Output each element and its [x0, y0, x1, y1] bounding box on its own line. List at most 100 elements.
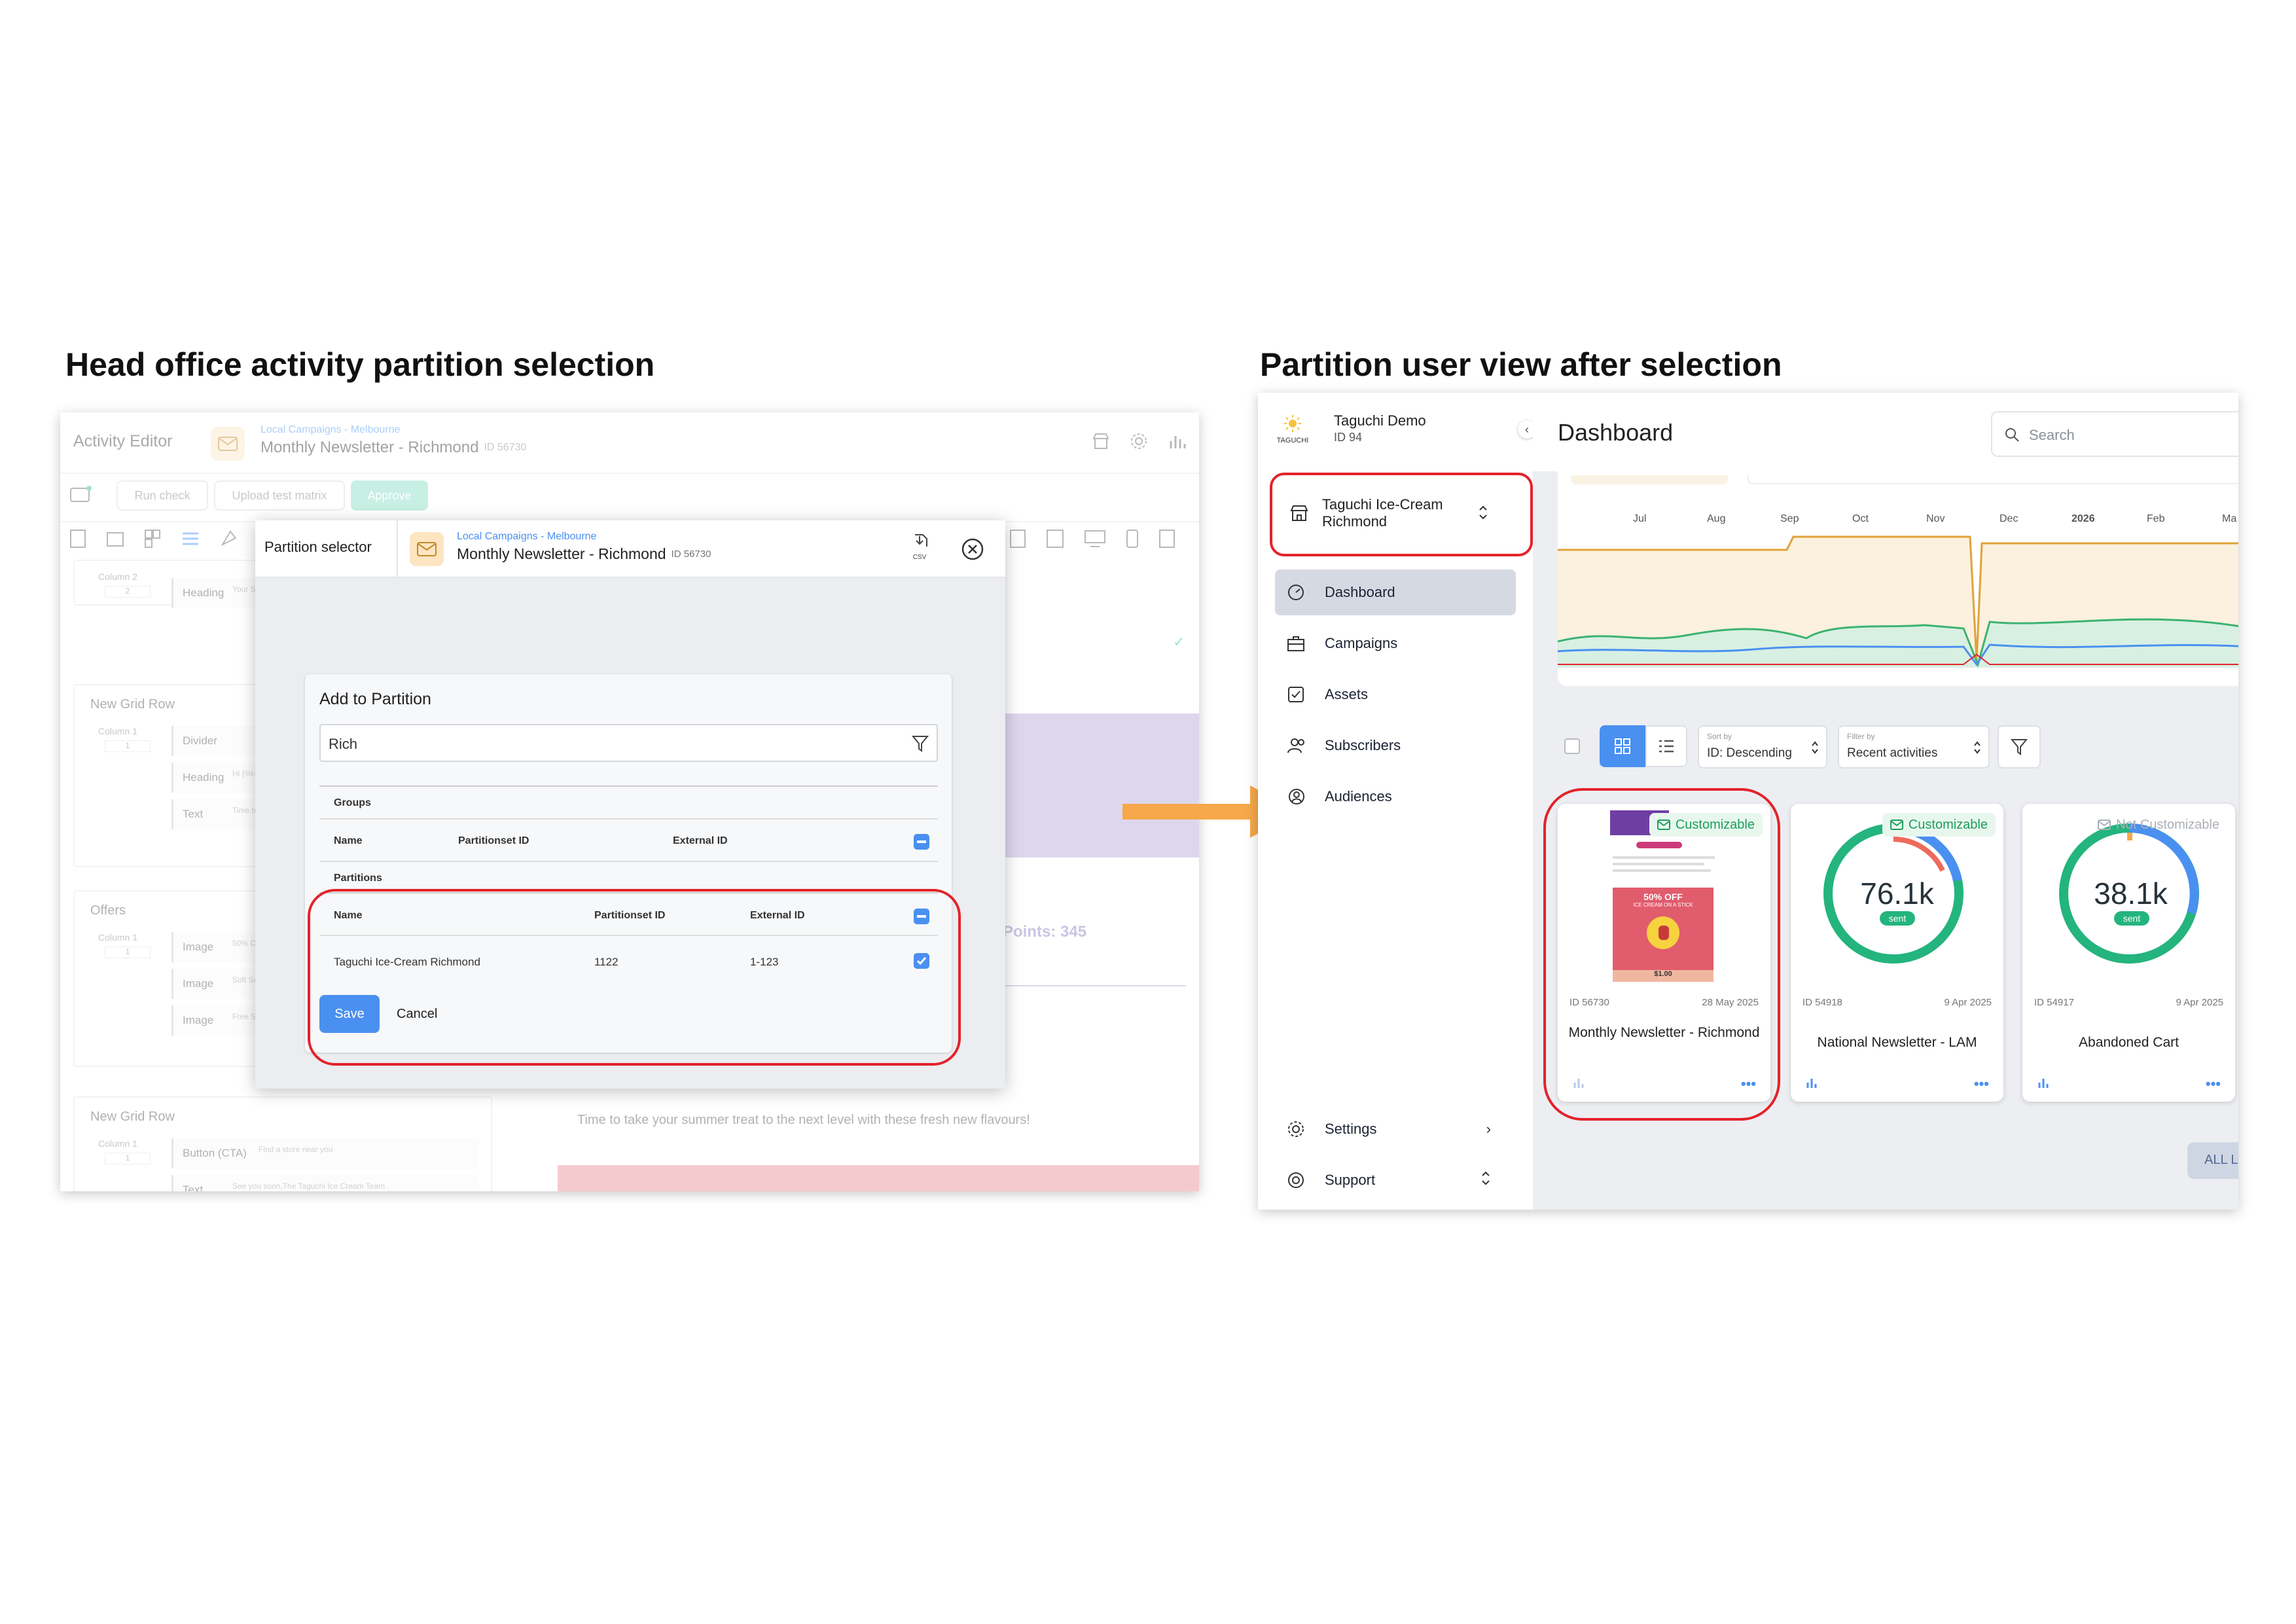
- stats-icon[interactable]: [1168, 432, 1186, 454]
- grid-row-title: New Grid Row: [90, 697, 175, 712]
- lifebuoy-icon: [1287, 1171, 1313, 1189]
- preview-points: Points: 345: [1003, 923, 1087, 941]
- chart-month-label: Oct: [1852, 513, 1869, 524]
- list-icon[interactable]: [181, 529, 200, 552]
- dialog-title: Add to Partition: [319, 690, 431, 708]
- sidebar-item-settings[interactable]: Settings ›: [1275, 1106, 1498, 1152]
- run-check-button[interactable]: Run check: [117, 480, 208, 511]
- chart-plot: [1558, 535, 2238, 668]
- email-icon: [1890, 820, 1903, 830]
- sidebar-item-subscribers[interactable]: Subscribers: [1275, 723, 1491, 768]
- sidebar-item-label: Subscribers: [1325, 737, 1401, 753]
- content-block-label: Heading: [183, 771, 224, 784]
- desktop-icon[interactable]: [1084, 529, 1106, 552]
- partition-highlight-outline: [308, 889, 961, 1066]
- text-view-icon[interactable]: [1158, 529, 1175, 552]
- content-block-row[interactable]: Button (CTA) Find a store near you: [171, 1138, 479, 1168]
- select-all-checkbox[interactable]: [1564, 738, 1580, 754]
- filter-icon: [2011, 739, 2028, 755]
- gear-icon: [1287, 1120, 1313, 1138]
- close-icon[interactable]: [961, 537, 984, 564]
- content-block-label: Button (CTA): [183, 1147, 247, 1159]
- assets-icon: [1287, 685, 1313, 704]
- sidebar-item-label: Support: [1325, 1172, 1376, 1188]
- dashboard-icon: [1287, 583, 1313, 602]
- sidebar-item-support[interactable]: Support: [1275, 1157, 1498, 1203]
- sent-count: 76.1k: [1860, 876, 1934, 911]
- preview-pink-image: [558, 1165, 1199, 1191]
- csv-export-button[interactable]: CSV: [910, 533, 929, 561]
- content-block-row[interactable]: Text See you soon,The Taguchi Ice Cream T…: [171, 1175, 479, 1191]
- modal-title: Partition selector: [264, 539, 372, 555]
- report-icon[interactable]: [1009, 529, 1026, 552]
- groups-col-external-id: External ID: [673, 835, 728, 846]
- not-customizable-badge: Not Customizable: [2090, 813, 2227, 837]
- chart-month-label: Nov: [1926, 513, 1945, 524]
- sent-label: sent: [2114, 911, 2149, 926]
- search-icon: [2004, 427, 2020, 446]
- sidebar-item-label: Audiences: [1325, 788, 1392, 804]
- editor-breadcrumb[interactable]: Local Campaigns - Melbourne: [260, 424, 400, 436]
- mobile-icon[interactable]: [1126, 529, 1139, 552]
- filter-label: Filter by: [1847, 732, 1875, 741]
- all-button[interactable]: ALL LO: [2187, 1142, 2238, 1179]
- column-number: 1: [105, 1153, 151, 1164]
- stats-icon[interactable]: [1805, 1076, 1818, 1092]
- grid-view-button[interactable]: [1600, 725, 1645, 767]
- more-options-icon[interactable]: •••: [1974, 1075, 1989, 1092]
- editor-campaign-id: ID 56730: [484, 442, 527, 453]
- grid-view-icon: [1615, 738, 1630, 754]
- users-icon: [1287, 736, 1313, 755]
- campaign-card-national-newsletter[interactable]: 76.1k sent Customizable ID 54918 9 Apr 20…: [1791, 804, 2003, 1102]
- sort-label: Sort by: [1707, 732, 1732, 741]
- sidebar-item-audiences[interactable]: Audiences: [1275, 774, 1491, 820]
- card-name: National Newsletter - LAM: [1817, 1035, 1977, 1050]
- search-placeholder: Search: [2029, 427, 2075, 443]
- partition-search-input[interactable]: Rich: [319, 724, 938, 762]
- sent-count: 38.1k: [2094, 876, 2168, 911]
- column-number: 1: [105, 947, 151, 958]
- page-title: Dashboard: [1558, 419, 1674, 446]
- partition-user-window: TAGUCHI Taguchi Demo ID 94 ‹ Taguchi Ice…: [1258, 393, 2238, 1210]
- groups-select-all-checkbox[interactable]: [914, 834, 929, 850]
- filter-icon[interactable]: [911, 734, 929, 756]
- chart-month-label: 2026: [2072, 513, 2095, 524]
- grid-row-block[interactable]: New Grid Row Column 1 1 Button (CTA) Find a …: [73, 1096, 492, 1191]
- check-icon: ✓: [1173, 634, 1185, 650]
- stats-icon[interactable]: [2037, 1076, 2050, 1092]
- sidebar-item-campaigns[interactable]: Campaigns: [1275, 621, 1491, 666]
- gear-icon[interactable]: [1130, 432, 1148, 454]
- inbox-icon[interactable]: [106, 529, 124, 552]
- store-icon[interactable]: [1092, 432, 1110, 454]
- column-label: Column 1: [98, 932, 137, 943]
- grid-icon[interactable]: [144, 529, 161, 552]
- upload-test-matrix-button[interactable]: Upload test matrix: [214, 480, 345, 511]
- sent-label: sent: [1880, 911, 1915, 926]
- taguchi-logo: TAGUCHI: [1276, 415, 1309, 444]
- search-value: Rich: [329, 736, 358, 752]
- modal-breadcrumb[interactable]: Local Campaigns - Melbourne: [457, 531, 596, 543]
- approve-button[interactable]: Approve: [351, 480, 428, 511]
- groups-col-name: Name: [334, 835, 363, 846]
- search-input[interactable]: Search: [1991, 411, 2238, 457]
- content-block-label: Image: [183, 977, 214, 990]
- list-view-button[interactable]: [1645, 725, 1687, 767]
- comment-icon[interactable]: [69, 486, 96, 511]
- more-options-icon[interactable]: •••: [2206, 1075, 2221, 1092]
- sort-select[interactable]: Sort by ID: Descending: [1698, 725, 1827, 768]
- sidebar-item-assets[interactable]: Assets: [1275, 672, 1491, 717]
- filter-select[interactable]: Filter by Recent activities: [1838, 725, 1990, 768]
- sidebar-item-label: Settings: [1325, 1121, 1377, 1137]
- chevron-right-icon: ›: [1486, 1121, 1491, 1137]
- paint-icon[interactable]: [220, 529, 238, 552]
- sidebar-item-dashboard[interactable]: Dashboard: [1275, 569, 1516, 615]
- card-id: ID 54917: [2034, 997, 2074, 1008]
- campaign-card-abandoned-cart[interactable]: 38.1k sent Not Customizable ID 54917 9 Ap…: [2022, 804, 2235, 1102]
- chart-month-label: Dec: [2000, 513, 2018, 524]
- briefcase-icon: [1287, 634, 1313, 653]
- save-icon[interactable]: [1046, 529, 1064, 552]
- grid-row-title: Offers: [90, 903, 126, 918]
- column-number: 1: [105, 740, 151, 752]
- filter-button[interactable]: [1998, 725, 2041, 768]
- page-icon[interactable]: [69, 529, 86, 552]
